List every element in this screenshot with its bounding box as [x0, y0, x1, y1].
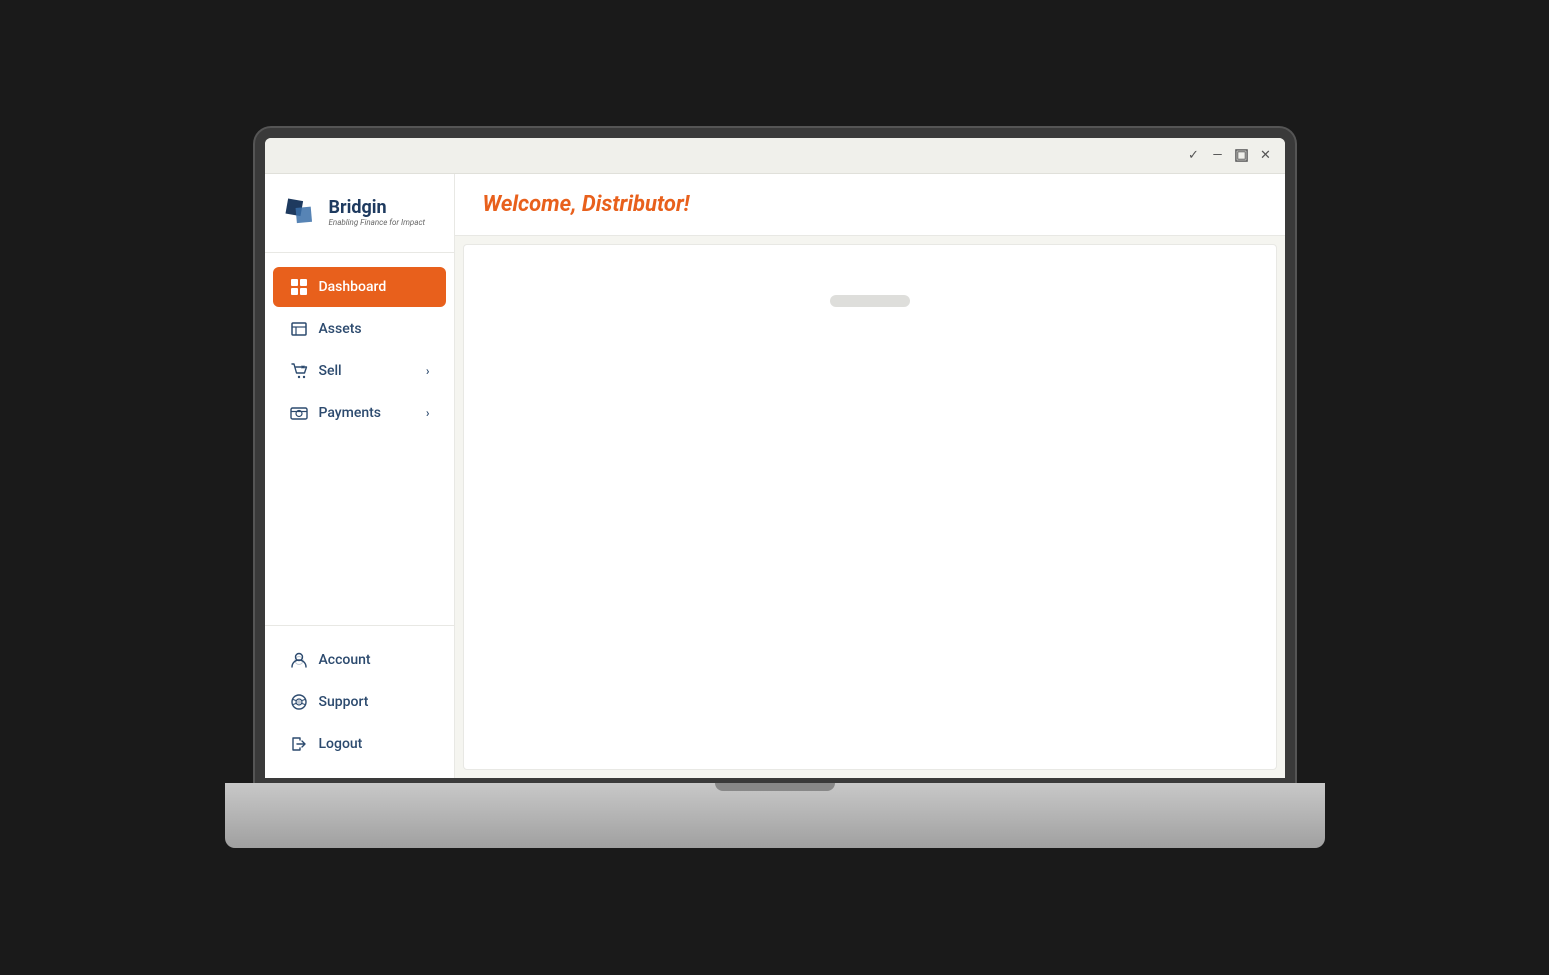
sidebar-item-support[interactable]: Support	[273, 682, 446, 722]
dashboard-icon	[289, 277, 309, 297]
window-controls: ✓ — ✕	[1187, 148, 1273, 162]
close-icon[interactable]: ✕	[1259, 148, 1273, 162]
sidebar-item-sell[interactable]: Sell ›	[273, 351, 446, 391]
logo-tagline: Enabling Finance for Impact	[329, 218, 426, 227]
account-label: Account	[319, 652, 371, 668]
dashboard-label: Dashboard	[319, 279, 387, 295]
sidebar-item-dashboard[interactable]: Dashboard	[273, 267, 446, 307]
support-label: Support	[319, 694, 369, 710]
maximize-icon[interactable]	[1235, 148, 1249, 162]
sidebar-item-assets[interactable]: Assets	[273, 309, 446, 349]
minimize-icon[interactable]: —	[1211, 148, 1225, 162]
sidebar-navigation: Dashboard Assets	[265, 253, 454, 625]
logo-text: Bridgin Enabling Finance for Impact	[329, 198, 426, 227]
main-panel	[463, 244, 1277, 770]
loading-indicator	[830, 295, 910, 307]
main-content: Welcome, Distributor!	[455, 174, 1285, 778]
payments-label: Payments	[319, 405, 382, 421]
logo-name: Bridgin	[329, 198, 426, 218]
sell-icon	[289, 361, 309, 381]
laptop-base	[225, 783, 1325, 848]
laptop-device: ✓ — ✕	[225, 128, 1325, 848]
app-window: ✓ — ✕	[265, 138, 1285, 778]
screen-bezel: ✓ — ✕	[255, 128, 1295, 788]
logo-icon	[281, 194, 319, 232]
sidebar-item-logout[interactable]: Logout	[273, 724, 446, 764]
title-bar: ✓ — ✕	[265, 138, 1285, 174]
logout-icon	[289, 734, 309, 754]
payments-chevron-icon: ›	[426, 406, 430, 420]
sidebar: Bridgin Enabling Finance for Impact	[265, 174, 455, 778]
account-icon	[289, 650, 309, 670]
payments-icon	[289, 403, 309, 423]
assets-label: Assets	[319, 321, 362, 337]
sidebar-item-account[interactable]: Account	[273, 640, 446, 680]
sidebar-logo: Bridgin Enabling Finance for Impact	[265, 174, 454, 253]
assets-icon	[289, 319, 309, 339]
sell-chevron-icon: ›	[426, 364, 430, 378]
sidebar-bottom: Account	[265, 625, 454, 778]
sidebar-item-payments[interactable]: Payments ›	[273, 393, 446, 433]
welcome-header: Welcome, Distributor!	[455, 174, 1285, 236]
app-body: Bridgin Enabling Finance for Impact	[265, 174, 1285, 778]
sell-label: Sell	[319, 363, 342, 379]
logout-label: Logout	[319, 736, 363, 752]
check-icon[interactable]: ✓	[1187, 148, 1201, 162]
support-icon	[289, 692, 309, 712]
welcome-title: Welcome, Distributor!	[483, 192, 1257, 217]
